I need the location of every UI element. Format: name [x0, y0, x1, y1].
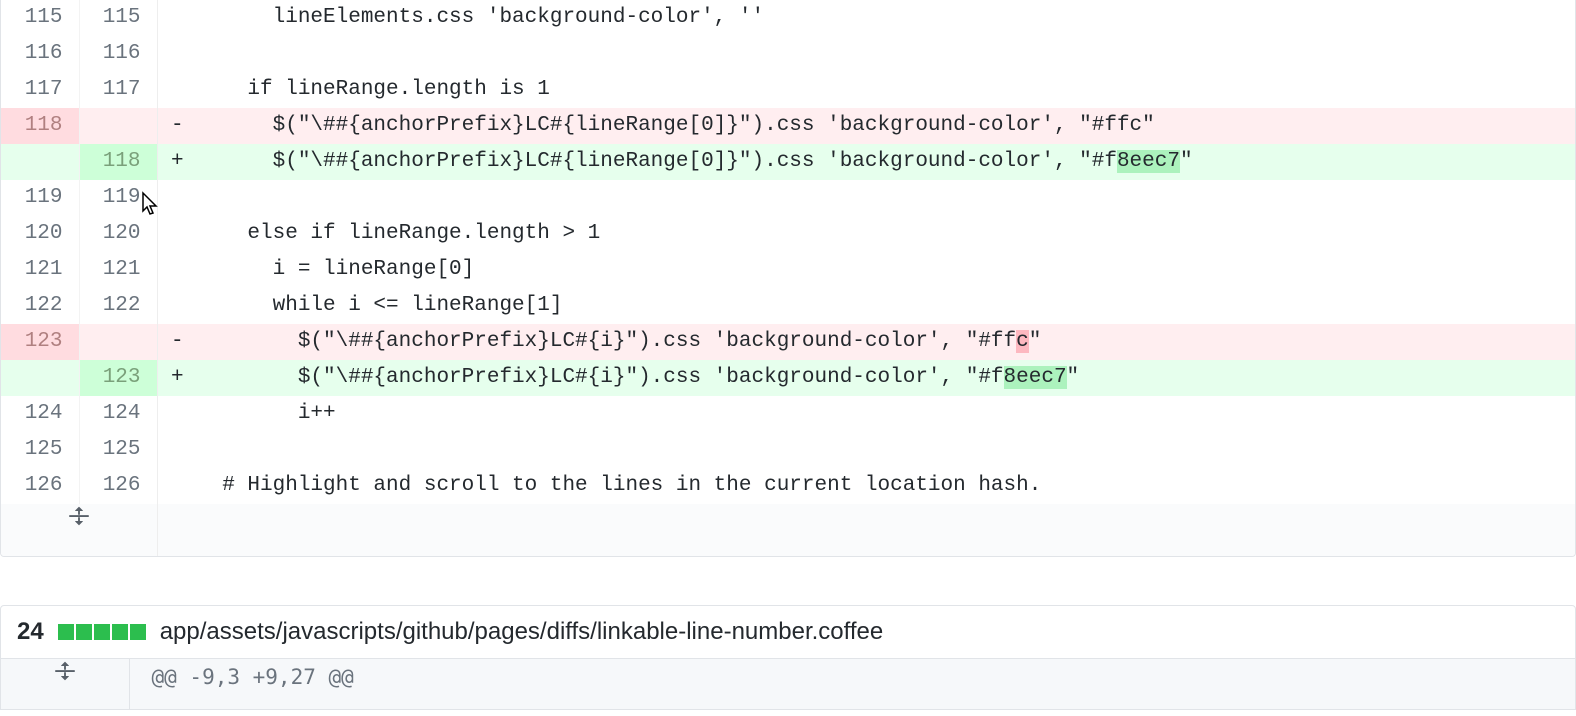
diff-sign — [157, 288, 197, 324]
line-number-new[interactable]: 117 — [79, 72, 157, 108]
expand-button[interactable] — [1, 504, 157, 556]
diffstat-block — [94, 624, 110, 640]
line-number-new[interactable]: 119 — [79, 180, 157, 216]
diff-line: 123 - $("\##{anchorPrefix}LC#{i}").css 'b… — [1, 324, 1575, 360]
diff-line: 118 - $("\##{anchorPrefix}LC#{lineRange[0… — [1, 108, 1575, 144]
line-number-old[interactable]: 119 — [1, 180, 79, 216]
diff-line: 115115 lineElements.css 'background-colo… — [1, 0, 1575, 36]
diff-block: 115115 lineElements.css 'background-colo… — [0, 0, 1576, 557]
diff-sign: + — [157, 360, 197, 396]
code-cell[interactable] — [197, 432, 1575, 468]
line-number-old[interactable]: 115 — [1, 0, 79, 36]
diff-sign — [157, 432, 197, 468]
line-number-new[interactable]: 121 — [79, 252, 157, 288]
unfold-icon — [55, 659, 75, 696]
diff-highlight: c — [1016, 330, 1029, 353]
line-number-old[interactable]: 123 — [1, 324, 79, 360]
diff-sign: + — [157, 144, 197, 180]
diff-line: 122122 while i <= lineRange[1] — [1, 288, 1575, 324]
diff-block: @@ -9,3 +9,27 @@ — [0, 659, 1576, 710]
diff-sign — [157, 252, 197, 288]
diffstat-block — [112, 624, 128, 640]
code-cell[interactable]: i++ — [197, 396, 1575, 432]
code-cell[interactable] — [197, 180, 1575, 216]
line-number-old[interactable]: 125 — [1, 432, 79, 468]
diff-sign — [157, 72, 197, 108]
code-cell[interactable]: $("\##{anchorPrefix}LC#{i}").css 'backgr… — [197, 324, 1575, 360]
diffstat-block — [76, 624, 92, 640]
line-number-new[interactable]: 124 — [79, 396, 157, 432]
line-number-new[interactable]: 125 — [79, 432, 157, 468]
diff-sign — [157, 0, 197, 36]
line-number-new[interactable]: 115 — [79, 0, 157, 36]
diff-line: 119119 — [1, 180, 1575, 216]
diff-sign — [157, 216, 197, 252]
diff-line: 120120 else if lineRange.length > 1 — [1, 216, 1575, 252]
line-number-old[interactable] — [1, 360, 79, 396]
code-cell[interactable] — [197, 36, 1575, 72]
hunk-header: @@ -9,3 +9,27 @@ — [129, 659, 1575, 709]
line-number-old[interactable]: 126 — [1, 468, 79, 504]
unfold-icon — [69, 504, 89, 541]
file-path[interactable]: app/assets/javascripts/github/pages/diff… — [160, 618, 884, 646]
code-cell[interactable]: i = lineRange[0] — [197, 252, 1575, 288]
line-number-new[interactable]: 126 — [79, 468, 157, 504]
code-cell[interactable]: $("\##{anchorPrefix}LC#{lineRange[0]}").… — [197, 144, 1575, 180]
code-cell[interactable]: lineElements.css 'background-color', '' — [197, 0, 1575, 36]
code-cell[interactable]: $("\##{anchorPrefix}LC#{lineRange[0]}").… — [197, 108, 1575, 144]
diff-sign — [157, 180, 197, 216]
expand-row — [1, 504, 1575, 556]
diff-line: 125125 — [1, 432, 1575, 468]
line-number-old[interactable]: 118 — [1, 108, 79, 144]
change-count: 24 — [17, 618, 44, 646]
diff-sign — [157, 36, 197, 72]
code-cell[interactable]: while i <= lineRange[1] — [197, 288, 1575, 324]
line-number-new[interactable]: 123 — [79, 360, 157, 396]
diffstat-block — [58, 624, 74, 640]
line-number-old[interactable]: 122 — [1, 288, 79, 324]
code-cell[interactable]: # Highlight and scroll to the lines in t… — [197, 468, 1575, 504]
diff-line: 126126 # Highlight and scroll to the lin… — [1, 468, 1575, 504]
file-header: 24 app/assets/javascripts/github/pages/d… — [0, 605, 1576, 659]
line-number-new[interactable]: 118 — [79, 144, 157, 180]
line-number-new[interactable] — [79, 324, 157, 360]
expand-button[interactable] — [1, 659, 129, 709]
line-number-new[interactable]: 116 — [79, 36, 157, 72]
line-number-old[interactable]: 116 — [1, 36, 79, 72]
diff-table: 115115 lineElements.css 'background-colo… — [1, 0, 1575, 556]
line-number-new[interactable]: 122 — [79, 288, 157, 324]
line-number-old[interactable]: 120 — [1, 216, 79, 252]
line-number-new[interactable]: 120 — [79, 216, 157, 252]
diff-highlight: 8eec7 — [1117, 150, 1180, 173]
diff-highlight: 8eec7 — [1004, 366, 1067, 389]
diff-sign: - — [157, 108, 197, 144]
diff-line: 118+ $("\##{anchorPrefix}LC#{lineRange[0… — [1, 144, 1575, 180]
line-number-old[interactable]: 121 — [1, 252, 79, 288]
diff-sign — [157, 396, 197, 432]
diff-line: 117117 if lineRange.length is 1 — [1, 72, 1575, 108]
diffstat-block — [130, 624, 146, 640]
line-number-old[interactable]: 124 — [1, 396, 79, 432]
line-number-new[interactable] — [79, 108, 157, 144]
line-number-old[interactable] — [1, 144, 79, 180]
diff-sign: - — [157, 324, 197, 360]
diffstat[interactable] — [58, 624, 146, 640]
diff-line: 123+ $("\##{anchorPrefix}LC#{i}").css 'b… — [1, 360, 1575, 396]
diff-line: 124124 i++ — [1, 396, 1575, 432]
code-cell[interactable]: $("\##{anchorPrefix}LC#{i}").css 'backgr… — [197, 360, 1575, 396]
code-cell[interactable]: else if lineRange.length > 1 — [197, 216, 1575, 252]
line-number-old[interactable]: 117 — [1, 72, 79, 108]
diff-sign — [157, 468, 197, 504]
diff-line: 116116 — [1, 36, 1575, 72]
diff-line: 121121 i = lineRange[0] — [1, 252, 1575, 288]
hunk-row: @@ -9,3 +9,27 @@ — [1, 659, 1575, 709]
code-cell[interactable]: if lineRange.length is 1 — [197, 72, 1575, 108]
